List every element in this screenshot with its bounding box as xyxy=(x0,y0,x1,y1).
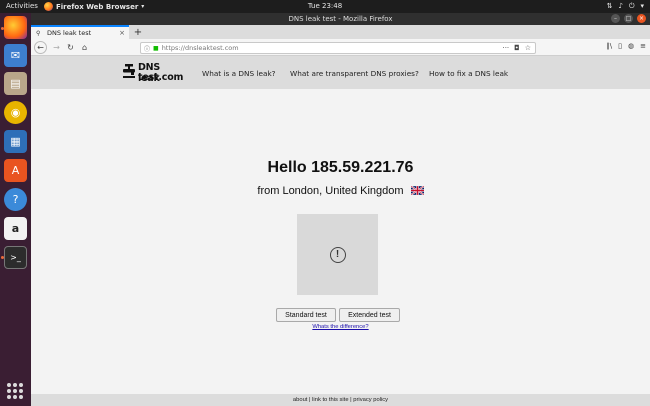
software-dock-icon[interactable]: A xyxy=(4,159,27,182)
toolbar-right: ∥\ ▯ ◍ ≡ xyxy=(606,42,646,50)
location-text: from London, United Kingdom xyxy=(257,185,404,197)
whats-the-difference-link[interactable]: Whats the difference? xyxy=(31,324,650,330)
close-button[interactable]: × xyxy=(637,14,646,23)
site-header: DNS leak test.com What is a DNS leak? Wh… xyxy=(31,56,650,89)
sidebar-icon[interactable]: ▯ xyxy=(618,42,622,50)
standard-test-button[interactable]: Standard test xyxy=(276,308,336,322)
power-icon: ⏻ xyxy=(628,2,635,10)
lock-icon[interactable]: ■ xyxy=(153,45,159,52)
web-page: DNS leak test.com What is a DNS leak? Wh… xyxy=(31,56,650,406)
menu-icon[interactable]: ≡ xyxy=(640,42,646,50)
new-tab-button[interactable]: + xyxy=(132,26,144,38)
warning-icon: ! xyxy=(329,246,346,263)
url-bar[interactable]: ⓘ ■ https://dnsleaktest.com ··· ◘ ☆ xyxy=(140,42,536,54)
minimize-button[interactable]: – xyxy=(611,14,620,23)
amazon-dock-icon[interactable]: a xyxy=(4,217,27,240)
site-logo[interactable]: DNS leak test.com xyxy=(123,62,183,84)
tab-bar: ⚲ DNS leak test × + xyxy=(31,25,650,39)
forward-button[interactable]: → xyxy=(50,41,63,54)
window-title: DNS leak test - Mozilla Firefox xyxy=(288,15,393,23)
nav-transparent-dns-proxies[interactable]: What are transparent DNS proxies? xyxy=(290,69,419,78)
logo-line-2: test.com xyxy=(138,72,184,83)
activities-button[interactable]: Activities xyxy=(6,2,38,10)
uk-flag-icon xyxy=(410,186,424,195)
app-name: Firefox Web Browser xyxy=(56,2,139,11)
writer-dock-icon[interactable]: ▦ xyxy=(4,130,27,153)
pocket-icon[interactable]: ◘ xyxy=(514,44,520,52)
location-line: from London, United Kingdom xyxy=(31,185,650,197)
bookmark-star-icon[interactable]: ☆ xyxy=(525,44,531,52)
files-dock-icon[interactable]: ▤ xyxy=(4,72,27,95)
tab-dns-leak-test[interactable]: ⚲ DNS leak test × xyxy=(31,25,129,39)
account-icon[interactable]: ◍ xyxy=(628,42,634,50)
map-placeholder: ! xyxy=(297,214,378,295)
tab-label: DNS leak test xyxy=(47,29,92,37)
chevron-down-icon: ▾ xyxy=(640,2,644,10)
network-icon: ⇅ xyxy=(606,2,613,10)
firefox-dock-icon[interactable] xyxy=(4,16,27,39)
nav-what-is-dns-leak[interactable]: What is a DNS leak? xyxy=(202,69,276,78)
back-button[interactable]: ← xyxy=(34,41,47,54)
info-icon[interactable]: ⓘ xyxy=(144,44,150,53)
clock[interactable]: Tue 23:48 xyxy=(300,2,350,10)
dock: ✉ ▤ ◉ ▦ A ? a >_ xyxy=(0,13,31,406)
nav-how-to-fix[interactable]: How to fix a DNS leak xyxy=(429,69,508,78)
chevron-down-icon: ▾ xyxy=(141,3,145,10)
firefox-icon xyxy=(44,2,53,11)
system-tray[interactable]: ⇅ ♪ ⏻ ▾ xyxy=(607,2,644,11)
maximize-button[interactable]: □ xyxy=(624,14,633,23)
library-icon[interactable]: ∥\ xyxy=(606,42,612,50)
page-actions-icon[interactable]: ··· xyxy=(502,44,509,52)
app-menu[interactable]: Firefox Web Browser ▾ xyxy=(44,2,144,11)
site-footer[interactable]: about | link to this site | privacy poli… xyxy=(31,394,650,406)
help-dock-icon[interactable]: ? xyxy=(4,188,27,211)
terminal-dock-icon[interactable]: >_ xyxy=(4,246,27,269)
url-text[interactable]: https://dnsleaktest.com xyxy=(162,44,239,52)
show-applications-icon[interactable] xyxy=(7,383,23,399)
tap-icon: ⚲ xyxy=(36,29,41,37)
rhythmbox-dock-icon[interactable]: ◉ xyxy=(4,101,27,124)
top-bar: Activities Firefox Web Browser ▾ Tue 23:… xyxy=(0,0,650,13)
extended-test-button[interactable]: Extended test xyxy=(339,308,400,322)
volume-icon: ♪ xyxy=(618,2,623,10)
tap-icon xyxy=(123,64,135,78)
nav-toolbar: ← → ↻ ⌂ ⓘ ■ https://dnsleaktest.com ··· … xyxy=(31,39,650,56)
close-tab-icon[interactable]: × xyxy=(119,29,125,37)
hello-ip-heading: Hello 185.59.221.76 xyxy=(267,159,414,176)
firefox-window: DNS leak test - Mozilla Firefox – □ × ⚲ … xyxy=(31,13,650,406)
home-button[interactable]: ⌂ xyxy=(78,41,91,54)
thunderbird-dock-icon[interactable]: ✉ xyxy=(4,44,27,67)
title-bar: DNS leak test - Mozilla Firefox – □ × xyxy=(31,13,650,25)
reload-button[interactable]: ↻ xyxy=(64,41,77,54)
window-controls: – □ × xyxy=(611,14,646,23)
